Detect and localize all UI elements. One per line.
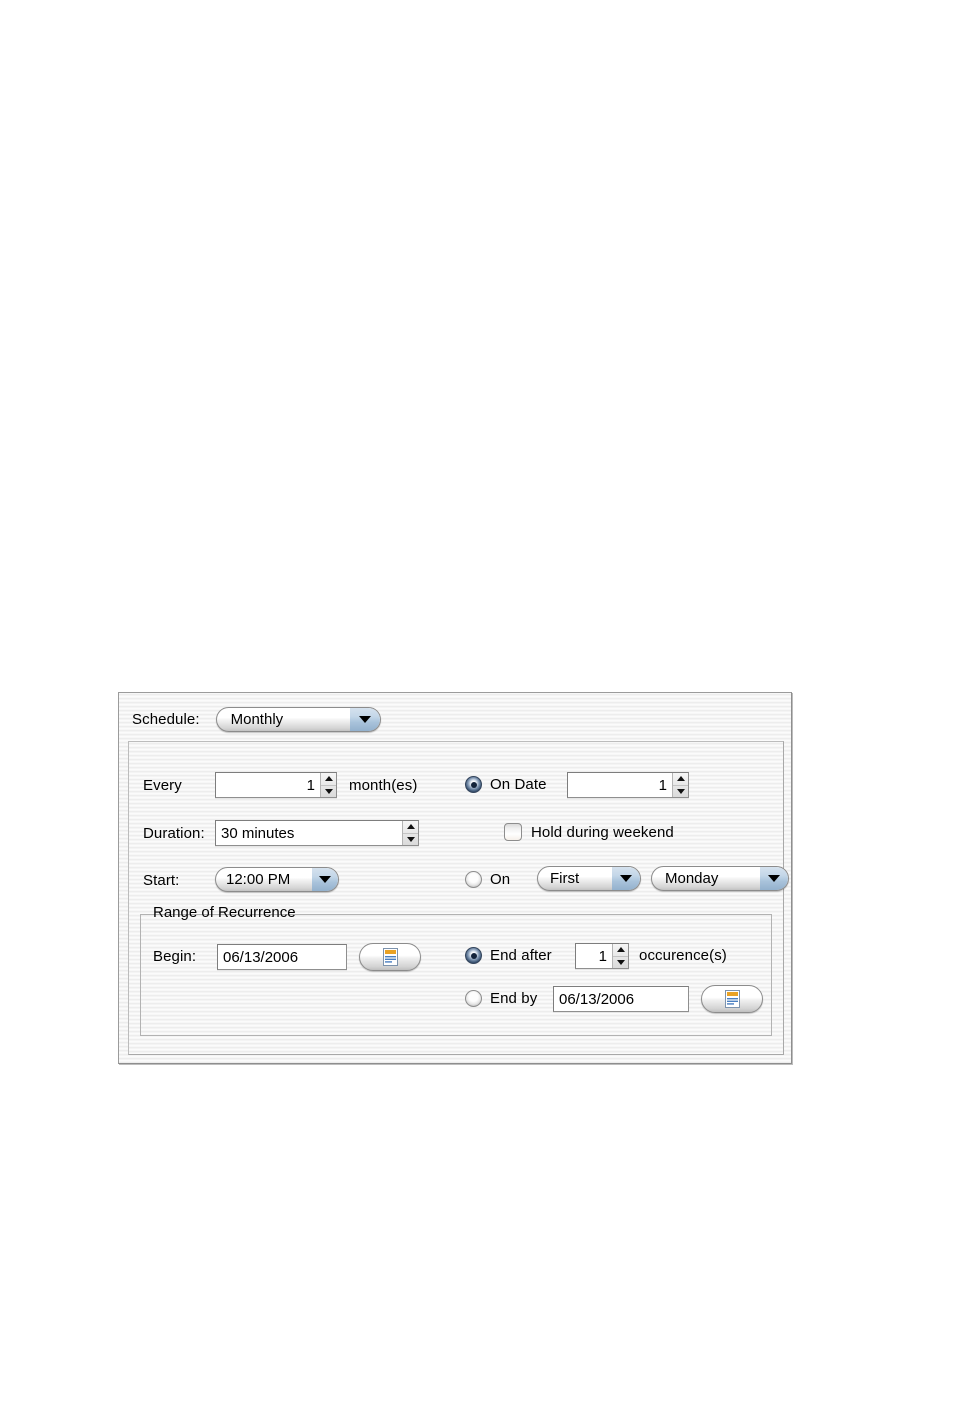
end-by-radio[interactable]: [465, 990, 482, 1007]
every-label-wrap: Every: [143, 777, 182, 794]
every-unit-label: month(es): [349, 777, 418, 794]
end-after-unit-wrap: occurence(s): [639, 947, 727, 964]
duration-value: 30 minutes: [221, 824, 295, 842]
spinner-down-icon[interactable]: [673, 786, 688, 798]
end-by-date-calendar-button[interactable]: [701, 985, 763, 1013]
start-label-wrap: Start:: [143, 872, 179, 889]
calendar-note-icon: [382, 948, 398, 966]
spinner-up-icon[interactable]: [613, 944, 628, 957]
on-date-day-spinner[interactable]: 1: [567, 772, 689, 798]
spinner-up-icon[interactable]: [321, 773, 336, 786]
end-by-date-input[interactable]: 06/13/2006: [553, 986, 689, 1012]
duration-label: Duration:: [143, 825, 205, 842]
every-months-spinner[interactable]: 1: [215, 772, 337, 798]
end-after-option[interactable]: End after: [465, 947, 552, 964]
end-after-label: End after: [490, 947, 552, 964]
spinner-down-icon[interactable]: [321, 786, 336, 798]
duration-spinner[interactable]: 30 minutes: [215, 820, 419, 846]
calendar-note-icon: [724, 990, 740, 1008]
end-by-date-value: 06/13/2006: [559, 990, 635, 1008]
spinner-up-icon[interactable]: [403, 821, 418, 834]
recurrence-options-area: Every 1 month(es) On Date 1 Duration: 30…: [128, 741, 789, 1055]
range-of-recurrence-legend: Range of Recurrence: [149, 904, 300, 921]
on-date-label: On Date: [490, 776, 547, 793]
on-weekday-label: On: [490, 871, 511, 888]
every-label: Every: [143, 777, 182, 794]
hold-weekend-option[interactable]: Hold during weekend: [504, 823, 674, 841]
begin-label-wrap: Begin:: [153, 948, 196, 965]
end-after-count-spinner[interactable]: 1: [575, 943, 629, 969]
spinner-up-icon[interactable]: [673, 773, 688, 786]
start-time-combobox[interactable]: 12:00 PM: [215, 867, 339, 892]
duration-label-wrap: Duration:: [143, 825, 205, 842]
chevron-down-icon[interactable]: [349, 707, 380, 731]
weekday-value: Monday: [665, 870, 719, 887]
every-months-spin-buttons[interactable]: [320, 773, 336, 797]
range-of-recurrence-group: Range of Recurrence Begin: 06/13/2006 En…: [140, 904, 772, 1036]
end-by-label: End by: [490, 990, 538, 1007]
on-weekday-option[interactable]: On: [465, 871, 510, 888]
chevron-down-icon[interactable]: [612, 867, 640, 890]
schedule-row: Schedule: Monthly: [119, 693, 791, 745]
schedule-label: Schedule:: [132, 710, 200, 728]
end-after-spin-buttons[interactable]: [612, 944, 628, 968]
start-time-value: 12:00 PM: [226, 871, 291, 888]
spinner-down-icon[interactable]: [613, 957, 628, 969]
every-months-value: 1: [306, 776, 315, 794]
on-weekday-radio[interactable]: [465, 871, 482, 888]
hold-weekend-label: Hold during weekend: [531, 823, 674, 841]
on-date-radio[interactable]: [465, 776, 482, 793]
weekday-combobox[interactable]: Monday: [651, 866, 789, 891]
chevron-down-icon[interactable]: [312, 868, 338, 891]
end-after-count-value: 1: [598, 947, 607, 965]
end-by-option[interactable]: End by: [465, 990, 537, 1007]
on-date-spin-buttons[interactable]: [672, 773, 688, 797]
ordinal-value: First: [550, 870, 580, 887]
recurrence-scheduler-panel: Schedule: Monthly Every 1 month(es) On D…: [118, 692, 792, 1064]
schedule-combobox-value: Monthly: [230, 710, 284, 728]
start-label: Start:: [143, 872, 180, 889]
on-date-day-value: 1: [658, 776, 667, 794]
duration-spin-buttons[interactable]: [402, 821, 418, 845]
begin-date-calendar-button[interactable]: [359, 943, 421, 971]
begin-label: Begin:: [153, 948, 197, 965]
schedule-combobox[interactable]: Monthly: [215, 706, 381, 732]
spinner-down-icon[interactable]: [403, 834, 418, 846]
end-after-unit-label: occurence(s): [639, 947, 727, 964]
hold-weekend-checkbox[interactable]: [504, 823, 522, 841]
on-date-option[interactable]: On Date: [465, 776, 547, 793]
chevron-down-icon[interactable]: [760, 867, 788, 890]
begin-date-input[interactable]: 06/13/2006: [217, 944, 347, 970]
every-unit-wrap: month(es): [349, 777, 417, 794]
end-after-radio[interactable]: [465, 947, 482, 964]
ordinal-combobox[interactable]: First: [537, 866, 641, 891]
begin-date-value: 06/13/2006: [223, 948, 299, 966]
